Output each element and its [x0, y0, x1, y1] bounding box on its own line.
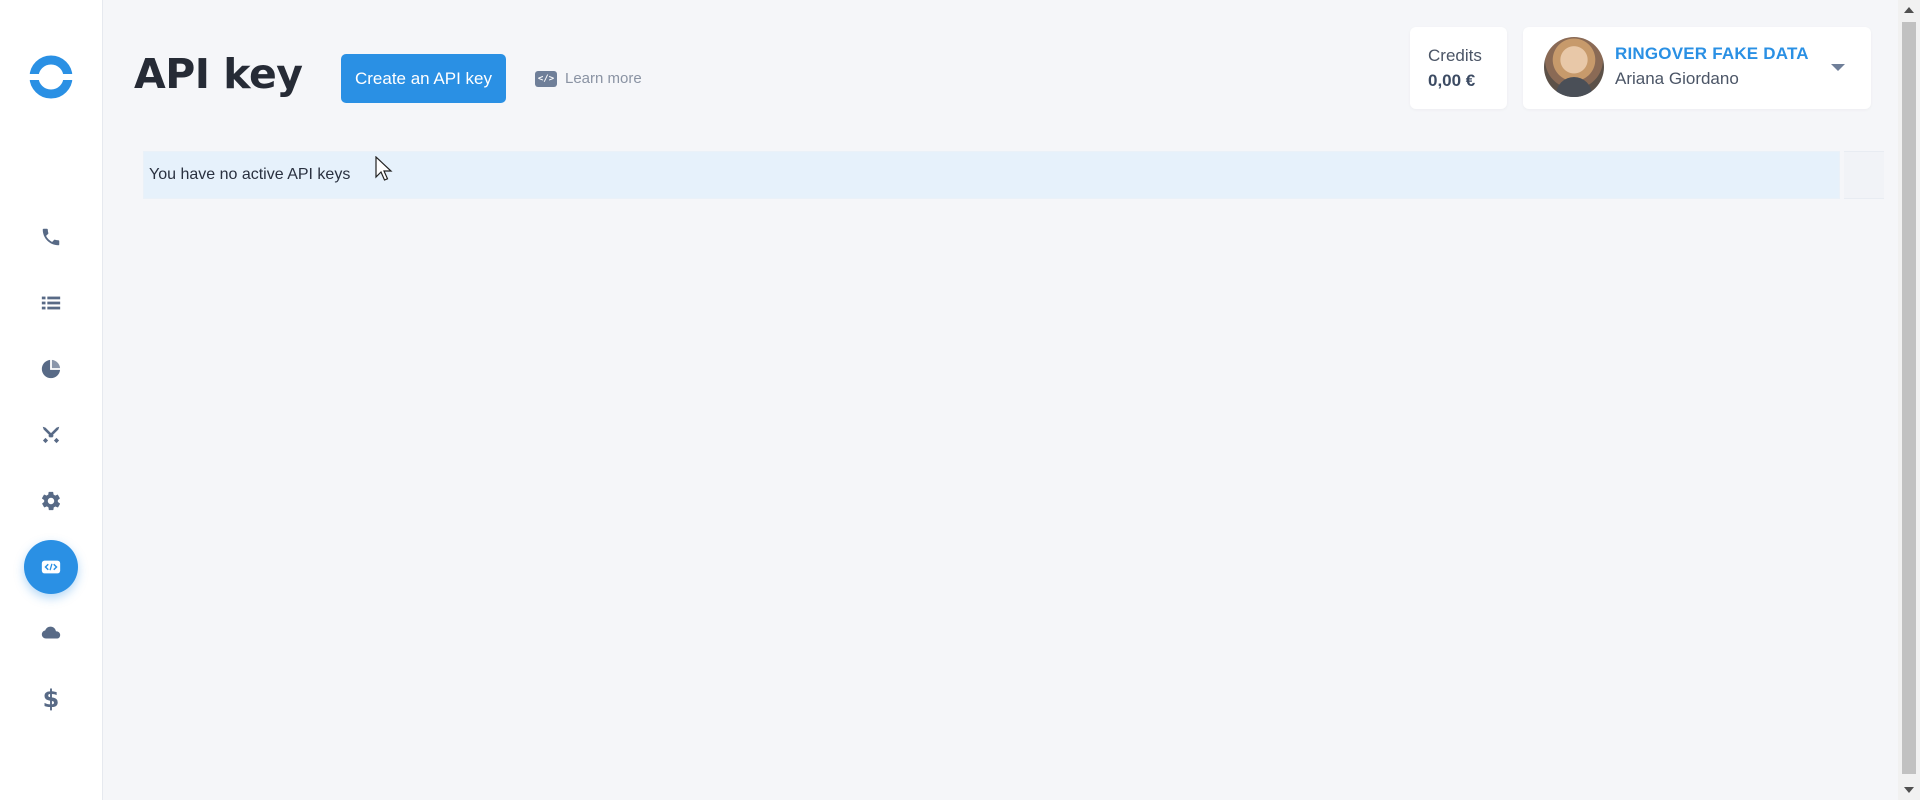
user-menu[interactable]: RINGOVER FAKE DATA Ariana Giordano — [1523, 27, 1871, 109]
learn-more-label: Learn more — [565, 70, 642, 87]
user-name: Ariana Giordano — [1615, 69, 1739, 88]
sidebar-item-phone[interactable] — [24, 210, 78, 264]
sidebar-item-list[interactable] — [24, 276, 78, 330]
learn-more-link[interactable]: </> Learn more — [535, 70, 642, 87]
avatar — [1544, 37, 1604, 97]
cloud-icon — [41, 626, 61, 639]
vertical-scrollbar[interactable] — [1898, 0, 1920, 800]
empty-message: You have no active API keys — [149, 166, 351, 183]
sidebar-item-billing[interactable]: $ — [24, 672, 78, 726]
credits-label: Credits — [1428, 46, 1482, 65]
mouse-cursor-icon — [375, 156, 393, 181]
scroll-up-arrow-icon[interactable] — [1904, 7, 1914, 13]
ringover-logo[interactable] — [29, 55, 73, 99]
dollar-icon: $ — [42, 685, 60, 713]
notice-tail — [1844, 151, 1884, 199]
code-icon: </> — [535, 70, 557, 87]
sidebar-item-api[interactable] — [24, 540, 78, 594]
sidebar: $ — [0, 0, 103, 800]
user-company: RINGOVER FAKE DATA — [1615, 44, 1809, 63]
code-icon — [41, 560, 61, 574]
sidebar-item-statistics[interactable] — [24, 342, 78, 396]
phone-icon — [42, 228, 60, 246]
empty-api-keys-notice: You have no active API keys — [143, 151, 1840, 199]
scroll-thumb[interactable] — [1902, 22, 1916, 774]
tools-icon — [42, 426, 60, 444]
create-api-key-button[interactable]: Create an API key — [341, 54, 506, 103]
sidebar-item-cloud[interactable] — [24, 606, 78, 660]
sidebar-item-tools[interactable] — [24, 408, 78, 462]
chevron-down-icon[interactable] — [1831, 64, 1845, 71]
credits-card: Credits 0,00 € — [1410, 27, 1507, 109]
page-title: API key — [134, 50, 303, 98]
gear-icon — [41, 491, 61, 511]
credits-value: 0,00 € — [1428, 71, 1476, 90]
scroll-down-arrow-icon[interactable] — [1904, 787, 1914, 793]
pie-chart-icon — [41, 359, 61, 379]
list-icon — [41, 296, 61, 310]
sidebar-item-settings[interactable] — [24, 474, 78, 528]
